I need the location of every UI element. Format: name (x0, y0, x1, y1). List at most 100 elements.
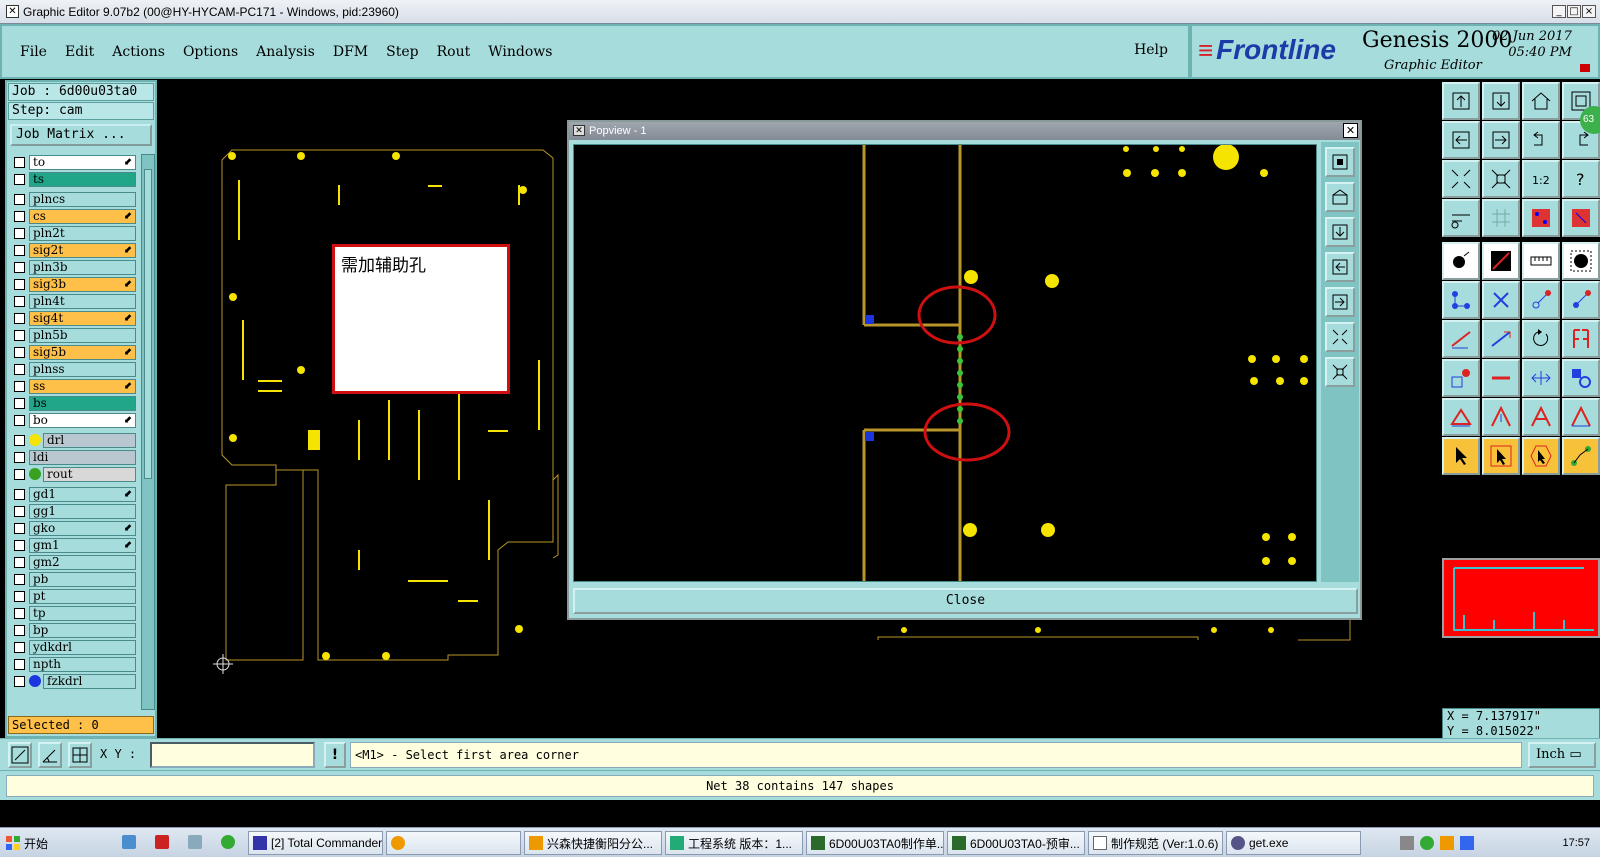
layer-name[interactable]: bp (29, 622, 136, 638)
popview-close-icon[interactable]: ✕ (1343, 123, 1358, 138)
task-excel-1[interactable]: 6D00U03TA0制作单... (806, 831, 944, 855)
select-net-icon[interactable] (1562, 437, 1600, 475)
layer-checkbox[interactable] (14, 573, 25, 585)
layer-checkbox[interactable] (14, 488, 25, 500)
scrollbar-thumb[interactable] (144, 169, 152, 479)
scale-1-2-icon[interactable]: 1:2 (1522, 160, 1560, 198)
layer-name[interactable]: sig2t ⬋ (29, 242, 136, 258)
measure-icon[interactable] (1442, 199, 1480, 237)
layer-checkbox[interactable] (14, 451, 25, 463)
layer-row-sig4t[interactable]: sig4t ⬋ (10, 310, 136, 326)
layer-row-pln4t[interactable]: pln4t (10, 293, 136, 309)
layer-row-cs[interactable]: cs ⬋ (10, 208, 136, 224)
arc-up-icon[interactable] (1482, 398, 1520, 436)
layer-row-ydkdrl[interactable]: ydkdrl (10, 639, 136, 655)
layer-checkbox[interactable] (14, 346, 25, 358)
layer-checkbox[interactable] (14, 261, 25, 273)
exclamation-icon[interactable]: ! (324, 742, 346, 768)
maximize-button[interactable]: □ (1567, 5, 1581, 18)
help-question-icon[interactable]: ? (1562, 160, 1600, 198)
layer-name[interactable]: sig5b ⬋ (29, 344, 136, 360)
menu-actions[interactable]: Actions (112, 44, 165, 60)
layer-name[interactable]: to ⬋ (29, 154, 136, 170)
start-button[interactable]: 开始 (2, 831, 54, 855)
task-genesis[interactable] (386, 831, 521, 855)
layer-checkbox[interactable] (14, 156, 25, 168)
tray-printer-icon[interactable] (1400, 836, 1414, 850)
menu-rout[interactable]: Rout (437, 44, 471, 60)
layer-checkbox[interactable] (14, 278, 25, 290)
layer-checkbox[interactable] (14, 244, 25, 256)
grid-snap-icon[interactable] (68, 742, 92, 768)
layer-row-pb[interactable]: pb (10, 571, 136, 587)
rotate-icon[interactable] (1522, 320, 1560, 358)
popview-titlebar[interactable]: ✕ Popview - 1 ✕ (569, 122, 1360, 140)
layer-row-gm1[interactable]: gm1 ⬋ (10, 537, 136, 553)
layer-checkbox[interactable] (14, 522, 25, 534)
layer-row-pln2t[interactable]: pln2t (10, 225, 136, 241)
layer-checkbox[interactable] (14, 312, 25, 324)
cut-line-icon[interactable] (1482, 359, 1520, 397)
layer-row-bs[interactable]: bs (10, 395, 136, 411)
copy-icon[interactable] (1562, 281, 1600, 319)
layer-row-to[interactable]: to ⬋ (10, 154, 136, 170)
layer-checkbox[interactable] (14, 227, 25, 239)
layer-row-sig5b[interactable]: sig5b ⬋ (10, 344, 136, 360)
layer-name[interactable]: pln4t (29, 293, 136, 309)
layer-checkbox[interactable] (14, 539, 25, 551)
layer-row-fzkdrl[interactable]: fzkdrl (10, 673, 136, 689)
layer-checkbox[interactable] (14, 505, 25, 517)
menu-edit[interactable]: Edit (65, 44, 94, 60)
transform-icon[interactable] (1562, 359, 1600, 397)
menu-analysis[interactable]: Analysis (256, 44, 315, 60)
minimize-button[interactable]: _ (1552, 5, 1566, 18)
delete-x-icon[interactable] (1482, 281, 1520, 319)
layer-row-gg1[interactable]: gg1 (10, 503, 136, 519)
layer-row-gd1[interactable]: gd1 ⬋ (10, 486, 136, 502)
mirror-icon[interactable] (1562, 320, 1600, 358)
layer-name[interactable]: pln2t (29, 225, 136, 241)
arc-icon[interactable] (1522, 398, 1560, 436)
task-excel-2[interactable]: 6D00U03TA0-预审... (947, 831, 1085, 855)
layer-name[interactable]: gm1 ⬋ (29, 537, 136, 553)
layer-name[interactable]: ldi (29, 449, 136, 465)
layer-row-sig3b[interactable]: sig3b ⬋ (10, 276, 136, 292)
add-triangle-icon[interactable] (1442, 398, 1480, 436)
layer-name[interactable]: rout (43, 466, 136, 482)
tray-ime-icon[interactable] (1440, 836, 1454, 850)
layer-row-plncs[interactable]: plncs (10, 191, 136, 207)
menu-step[interactable]: Step (386, 44, 418, 60)
layer-name[interactable]: ss ⬋ (29, 378, 136, 394)
layer-checkbox[interactable] (14, 173, 25, 185)
layer-checkbox[interactable] (14, 363, 25, 375)
select-in-hexagon-icon[interactable] (1522, 437, 1560, 475)
tray-network-icon[interactable] (1420, 836, 1434, 850)
home-icon[interactable] (1522, 82, 1560, 120)
add-line-icon[interactable] (1482, 242, 1520, 280)
layer-checkbox[interactable] (14, 295, 25, 307)
layer-row-bp[interactable]: bp (10, 622, 136, 638)
slope-icon[interactable] (1442, 320, 1480, 358)
layer-checkbox[interactable] (14, 641, 25, 653)
zoom-back-icon[interactable] (1522, 121, 1560, 159)
job-matrix-button[interactable]: Job Matrix ... (10, 124, 152, 146)
resize-icon[interactable] (1522, 359, 1560, 397)
layer-checkbox[interactable] (14, 675, 25, 687)
move-icon[interactable] (1522, 281, 1560, 319)
layer-checkbox[interactable] (14, 590, 25, 602)
layer-row-ts[interactable]: ts (10, 171, 136, 187)
zoom-area-icon[interactable] (8, 742, 32, 768)
layer-name[interactable]: plnss (29, 361, 136, 377)
task-total-commander[interactable]: [2] Total Commander... (248, 831, 383, 855)
layer-row-rout[interactable]: rout (10, 466, 136, 482)
select-area-icon[interactable] (1562, 242, 1600, 280)
layer-name[interactable]: plncs (29, 191, 136, 207)
layer-row-pln5b[interactable]: pln5b (10, 327, 136, 343)
layer-row-pln3b[interactable]: pln3b (10, 259, 136, 275)
layer-name[interactable]: fzkdrl (43, 673, 136, 689)
layer-checkbox[interactable] (14, 414, 25, 426)
board-minimap[interactable] (1442, 558, 1600, 638)
layer-row-ldi[interactable]: ldi (10, 449, 136, 465)
zoom-in-icon[interactable] (1325, 322, 1355, 352)
stretch-icon[interactable] (1482, 320, 1520, 358)
